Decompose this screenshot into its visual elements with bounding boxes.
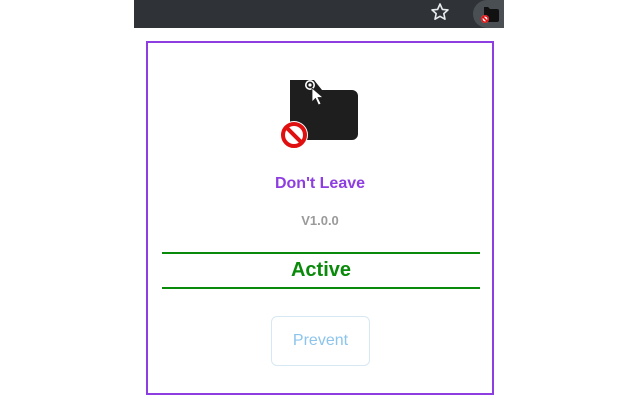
prevent-button[interactable]: Prevent — [271, 316, 370, 366]
extension-popup: Don't Leave V1.0.0 Active Prevent — [146, 41, 494, 395]
version-label: V1.0.0 — [301, 213, 339, 228]
status-indicator: Active — [162, 252, 480, 289]
dont-leave-extension-icon — [480, 7, 499, 24]
status-text: Active — [290, 259, 352, 281]
folder-cursor-blocked-icon — [280, 80, 358, 149]
bookmark-star-icon[interactable] — [430, 2, 450, 22]
extension-button[interactable] — [473, 0, 504, 28]
app-name: Don't Leave — [274, 175, 366, 192]
